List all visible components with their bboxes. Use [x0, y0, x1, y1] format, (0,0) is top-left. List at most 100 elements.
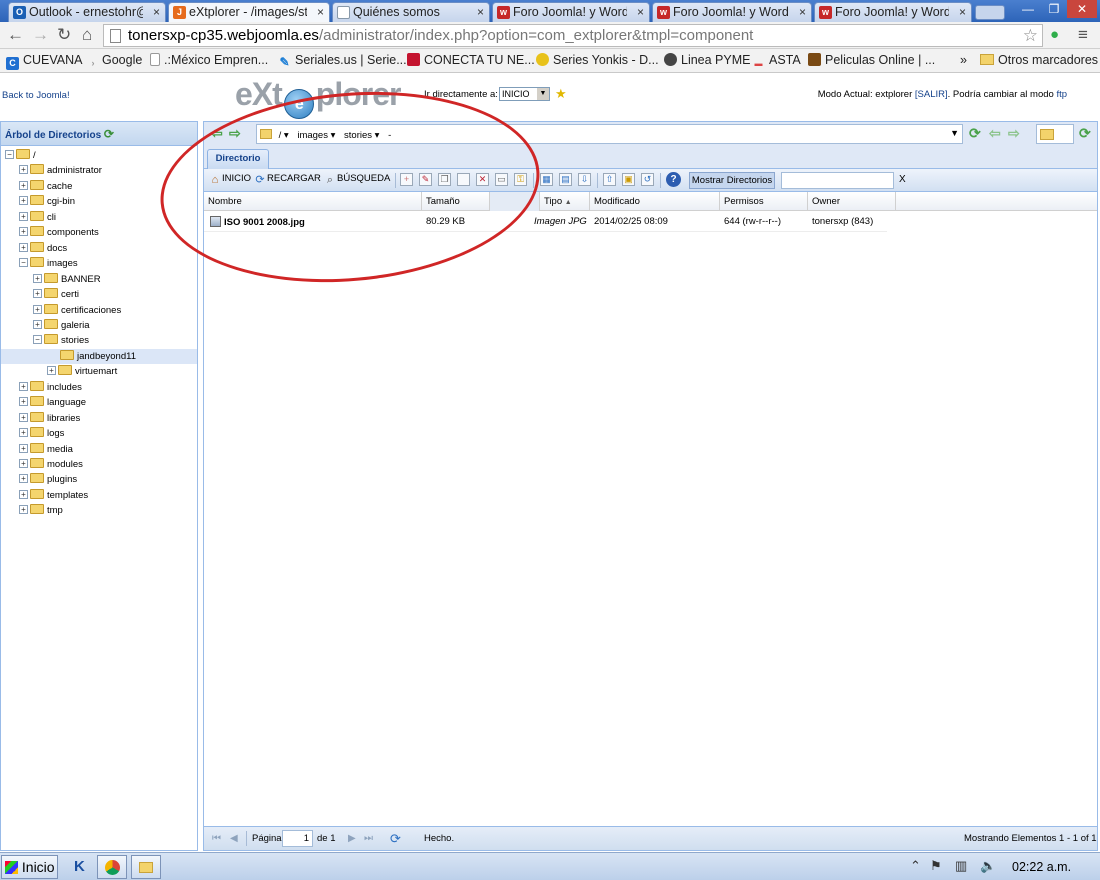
- expand-icon[interactable]: +: [19, 474, 28, 484]
- tab-directory[interactable]: Directorio: [207, 149, 269, 169]
- tree-node[interactable]: + certi: [1, 287, 197, 302]
- browser-tab-foro-2[interactable]: w Foro Joomla! y Wordi ×: [652, 2, 812, 22]
- filter-input[interactable]: [781, 172, 894, 189]
- back-to-joomla-link[interactable]: Back to Joomla!: [2, 90, 70, 101]
- tree-node[interactable]: + tmp: [1, 503, 197, 518]
- help-icon[interactable]: ?: [666, 172, 681, 187]
- new-file-icon[interactable]: +: [400, 173, 413, 186]
- maximize-icon[interactable]: ❐: [1041, 0, 1067, 18]
- tree-node[interactable]: + logs: [1, 426, 197, 441]
- taskbar-app-chrome[interactable]: [97, 855, 127, 879]
- forward-arrow-icon[interactable]: ⇨: [1008, 125, 1020, 142]
- bookmark-folder-box[interactable]: [1036, 124, 1074, 144]
- column-header-modified[interactable]: Modificado: [590, 192, 720, 211]
- refresh-icon[interactable]: ⟳: [104, 127, 114, 141]
- expand-icon[interactable]: +: [19, 459, 28, 468]
- refresh-icon[interactable]: ⟳: [390, 831, 401, 847]
- clear-filter-button[interactable]: X: [899, 174, 906, 185]
- action-center-flag-icon[interactable]: ⚑: [930, 858, 942, 874]
- expand-icon[interactable]: +: [19, 428, 28, 438]
- expand-icon[interactable]: +: [47, 366, 56, 376]
- tree-node[interactable]: + docs: [1, 241, 197, 256]
- bookmark-conecta[interactable]: CONECTA TU NE...: [407, 53, 535, 67]
- page-number-input[interactable]: 1: [282, 830, 313, 847]
- table-row[interactable]: ISO 9001 2008.jpg 80.29 KB Imagen JPG 20…: [204, 212, 887, 232]
- goto-select[interactable]: INICIO ▼: [499, 87, 550, 101]
- start-button[interactable]: Inicio: [1, 855, 58, 879]
- collapse-icon[interactable]: −: [5, 150, 14, 159]
- path-crumb-stories[interactable]: stories ▾: [344, 130, 379, 141]
- extract-icon[interactable]: ↺: [641, 173, 654, 186]
- extension-icon[interactable]: ●: [1050, 26, 1059, 44]
- tree-node[interactable]: + BANNER: [1, 272, 197, 287]
- exit-link[interactable]: [SALIR]: [915, 89, 948, 100]
- next-page-icon[interactable]: ▶: [348, 833, 356, 844]
- tree-node[interactable]: + cache: [1, 179, 197, 194]
- close-icon[interactable]: ×: [959, 5, 966, 19]
- forward-arrow-icon[interactable]: ⇨: [229, 125, 241, 142]
- bookmark-linea-pyme[interactable]: Linea PYME: [664, 53, 750, 67]
- network-icon[interactable]: ▥: [955, 858, 967, 874]
- bookmark-mexico[interactable]: .:México Empren...: [150, 53, 268, 67]
- expand-icon[interactable]: +: [19, 196, 28, 206]
- path-crumb-root[interactable]: / ▾: [279, 130, 289, 141]
- copy-icon[interactable]: ❐: [438, 173, 451, 186]
- browser-tab-quienes[interactable]: Quiénes somos ×: [332, 2, 490, 22]
- window-icon[interactable]: ▤: [559, 173, 572, 186]
- bookmark-other[interactable]: Otros marcadores: [980, 53, 1098, 67]
- tree-node[interactable]: + components: [1, 225, 197, 240]
- delete-icon[interactable]: ✕: [476, 173, 489, 186]
- taskbar-app-explorer[interactable]: [131, 855, 161, 879]
- bookmark-star-icon[interactable]: ☆: [1023, 26, 1038, 46]
- expand-icon[interactable]: +: [19, 242, 28, 252]
- menu-icon[interactable]: ≡: [1078, 26, 1088, 44]
- minimize-icon[interactable]: —: [1015, 0, 1041, 18]
- bookmark-seriales[interactable]: ✎ Seriales.us | Serie...: [278, 53, 406, 69]
- close-icon[interactable]: ×: [637, 5, 644, 19]
- ftp-mode-link[interactable]: ftp: [1056, 89, 1067, 100]
- tree-node[interactable]: + certificaciones: [1, 303, 197, 318]
- tree-node[interactable]: + includes: [1, 380, 197, 395]
- tree-node[interactable]: + plugins: [1, 472, 197, 487]
- file-name-cell[interactable]: ISO 9001 2008.jpg: [210, 216, 305, 228]
- collapse-icon[interactable]: −: [33, 335, 42, 345]
- expand-icon[interactable]: +: [19, 211, 28, 221]
- chevron-down-icon[interactable]: ▼: [950, 128, 959, 138]
- tray-expand-icon[interactable]: ⌃: [910, 858, 921, 874]
- address-bar[interactable]: tonersxp-cp35.webjoomla.es/administrator…: [103, 24, 1043, 47]
- bookmark-peliculas[interactable]: Peliculas Online | ...: [808, 53, 935, 67]
- show-directories-button[interactable]: Mostrar Directorios: [689, 172, 775, 189]
- tree-node[interactable]: − stories: [1, 333, 197, 348]
- back-arrow-icon[interactable]: ←: [7, 26, 24, 44]
- permissions-icon[interactable]: ⚿: [514, 173, 527, 186]
- expand-icon[interactable]: +: [19, 180, 28, 190]
- download-icon[interactable]: ⇩: [578, 173, 591, 186]
- tree-node[interactable]: + virtuemart: [1, 364, 197, 379]
- close-icon[interactable]: ×: [477, 5, 484, 19]
- path-combobox[interactable]: / ▾ images ▾ stories ▾ - ▼: [256, 124, 963, 144]
- browser-tab-outlook[interactable]: O Outlook - ernestohr@ ×: [8, 2, 166, 22]
- reload-button[interactable]: ⟳ RECARGAR: [254, 173, 320, 186]
- close-icon[interactable]: ×: [317, 5, 324, 19]
- expand-icon[interactable]: +: [19, 397, 28, 407]
- rename-icon[interactable]: ▭: [495, 173, 508, 186]
- expand-icon[interactable]: +: [33, 273, 42, 283]
- tree-node-root[interactable]: − /: [1, 148, 197, 163]
- expand-icon[interactable]: +: [19, 412, 28, 422]
- bookmark-yonkis[interactable]: Series Yonkis - D...: [536, 53, 659, 67]
- bookmark-cuevana[interactable]: C CUEVANA: [6, 53, 83, 70]
- column-header-name[interactable]: Nombre: [204, 192, 422, 211]
- paste-icon[interactable]: [457, 173, 470, 186]
- tree-node[interactable]: jandbeyond11: [1, 348, 197, 364]
- view-icon[interactable]: ▦: [540, 173, 553, 186]
- tree-node[interactable]: + galeria: [1, 318, 197, 333]
- expand-icon[interactable]: +: [33, 319, 42, 329]
- tree-node[interactable]: + media: [1, 442, 197, 457]
- taskbar-app-k[interactable]: K: [66, 855, 96, 879]
- archive-icon[interactable]: ▣: [622, 173, 635, 186]
- column-header-owner[interactable]: Owner: [808, 192, 896, 211]
- bookmark-asta[interactable]: ▬ ASTA: [752, 53, 801, 70]
- expand-icon[interactable]: +: [19, 227, 28, 237]
- tree-node[interactable]: + modules: [1, 457, 197, 472]
- bookmark-google[interactable]: › Google: [88, 53, 143, 70]
